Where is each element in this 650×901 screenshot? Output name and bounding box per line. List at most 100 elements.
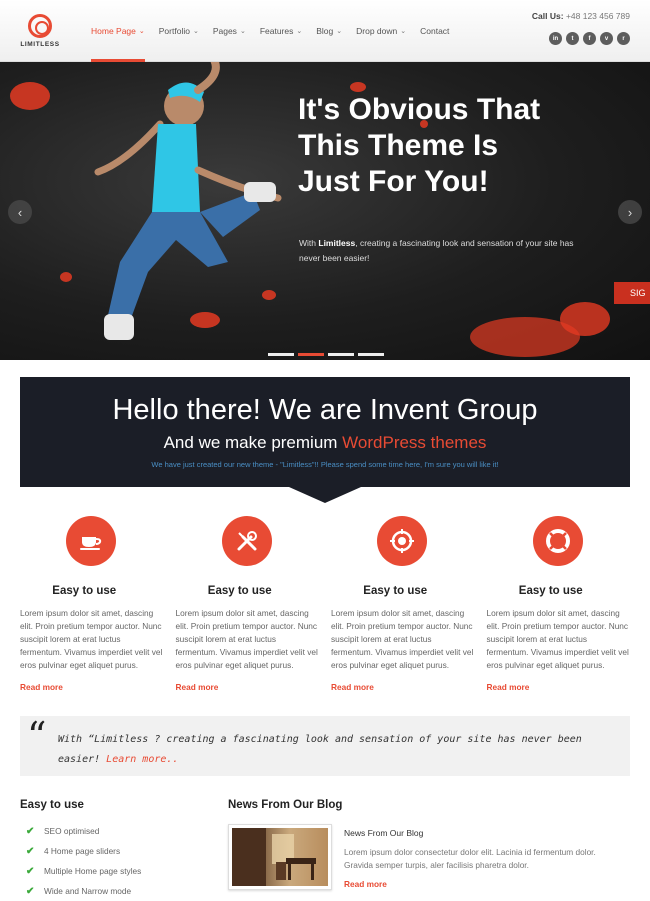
nav-label: Features xyxy=(259,26,294,36)
sign-in-tab[interactable]: SIG xyxy=(614,282,650,304)
call-us: Call Us: +48 123 456 789 xyxy=(532,11,630,21)
nav-item-home-page[interactable]: Home Page ⌄ xyxy=(84,0,152,62)
coffee-cup-icon xyxy=(66,516,116,566)
read-more-link[interactable]: Read more xyxy=(344,879,387,889)
slider-pagination xyxy=(268,353,384,356)
list-item-label: SEO optimised xyxy=(44,826,100,836)
lifebuoy-icon xyxy=(532,516,583,566)
nav-item-pages[interactable]: Pages ⌄ xyxy=(206,0,253,62)
slider-prev-button[interactable]: ‹ xyxy=(8,200,32,224)
feature-title: Easy to use xyxy=(207,585,272,597)
intro-banner: Hello there! We are Invent Group And we … xyxy=(20,377,630,487)
nav-label: Portfolio xyxy=(158,26,190,36)
nav-label: Pages xyxy=(212,26,237,36)
list-item: ✔ 4 Home page sliders xyxy=(26,841,141,861)
testimonial-quote: “ With “Limitless ? creating a fascinati… xyxy=(20,716,630,776)
nav-item-blog[interactable]: Blog ⌄ xyxy=(309,0,349,62)
hero-description: With Limitless, creating a fascinating l… xyxy=(299,236,589,266)
nav-label: Blog xyxy=(316,26,334,36)
target-icon xyxy=(377,516,427,566)
list-item: ✔ Multiple Home page styles xyxy=(26,861,141,881)
slider-dot[interactable] xyxy=(268,353,294,356)
hero-heading: It's Obvious That This Theme Is Just For… xyxy=(298,92,618,200)
feature-card: Easy to use Lorem ipsum dolor sit amet, … xyxy=(331,516,487,695)
blog-section-title: News From Our Blog xyxy=(228,799,343,811)
blog-thumbnail[interactable] xyxy=(228,824,332,890)
intro-sub-prefix: And we make premium xyxy=(163,433,343,452)
check-icon: ✔ xyxy=(26,845,35,857)
social-links: in t f v r xyxy=(549,32,630,45)
hero-text-brand: Limitless xyxy=(318,238,356,248)
rss-icon[interactable]: r xyxy=(617,32,630,45)
slider-dot-active[interactable] xyxy=(298,353,324,356)
read-more-link[interactable]: Read more xyxy=(176,682,219,692)
slider-next-button[interactable]: › xyxy=(618,200,642,224)
feature-card: Easy to use Lorem ipsum dolor sit amet, … xyxy=(487,516,643,695)
feature-text: Lorem ipsum dolor sit amet, dascing elit… xyxy=(20,608,163,670)
chevron-down-icon: ⌄ xyxy=(296,28,303,35)
hero-heading-line: It's Obvious That xyxy=(298,93,541,126)
vimeo-icon[interactable]: v xyxy=(600,32,613,45)
hero-heading-line: Just For You! xyxy=(298,165,489,198)
checklist-title: Easy to use xyxy=(20,799,84,811)
chevron-down-icon: ⌄ xyxy=(239,28,246,35)
learn-more-link[interactable]: Learn more.. xyxy=(106,754,178,765)
intro-note: We have just created our new theme - "Li… xyxy=(151,460,499,469)
twitter-icon[interactable]: t xyxy=(566,32,579,45)
nav-item-portfolio[interactable]: Portfolio ⌄ xyxy=(152,0,206,62)
call-number: +48 123 456 789 xyxy=(565,11,630,21)
linkedin-icon[interactable]: in xyxy=(549,32,562,45)
site-logo[interactable]: LIMITLESS xyxy=(18,14,62,48)
hero-slider: It's Obvious That This Theme Is Just For… xyxy=(0,62,650,360)
read-more-link[interactable]: Read more xyxy=(331,682,374,692)
read-more-link[interactable]: Read more xyxy=(487,682,530,692)
quote-icon: “ xyxy=(27,714,47,758)
tools-icon xyxy=(221,516,272,566)
feature-text: Lorem ipsum dolor sit amet, dascing elit… xyxy=(486,608,629,670)
hero-heading-line: This Theme Is xyxy=(298,129,499,162)
main-nav: Home Page ⌄ Portfolio ⌄ Pages ⌄ Features ⌄ B… xyxy=(84,0,456,62)
logo-text: LIMITLESS xyxy=(20,41,60,48)
hero-dancer-image xyxy=(94,62,282,340)
feature-card: Easy to use Lorem ipsum dolor sit amet, … xyxy=(176,516,332,695)
nav-label: Contact xyxy=(420,26,450,36)
call-label: Call Us: xyxy=(531,11,564,21)
slider-dot[interactable] xyxy=(328,353,354,356)
blog-post-title[interactable]: News From Our Blog xyxy=(344,828,423,838)
read-more-link[interactable]: Read more xyxy=(20,682,63,692)
nav-label: Drop down xyxy=(356,26,398,36)
feature-card: Easy to use Lorem ipsum dolor sit amet, … xyxy=(20,516,176,695)
slider-dot[interactable] xyxy=(358,353,384,356)
chevron-down-icon: ⌄ xyxy=(336,28,343,35)
feature-title: Easy to use xyxy=(518,585,583,597)
site-header: LIMITLESS Home Page ⌄ Portfolio ⌄ Pages ⌄ F… xyxy=(0,0,650,62)
intro-title: Hello there! We are Invent Group xyxy=(112,394,538,426)
feature-title: Easy to use xyxy=(52,585,117,597)
feature-text: Lorem ipsum dolor sit amet, dascing elit… xyxy=(175,608,318,670)
nav-item-features[interactable]: Features ⌄ xyxy=(253,0,309,62)
list-item-label: 4 Home page sliders xyxy=(44,846,121,856)
check-icon: ✔ xyxy=(26,865,35,877)
facebook-icon[interactable]: f xyxy=(583,32,596,45)
list-item-label: Multiple Home page styles xyxy=(44,866,142,876)
feature-checklist: ✔ SEO optimised ✔ 4 Home page sliders ✔ Mul… xyxy=(26,821,141,901)
chevron-down-icon: ⌄ xyxy=(192,28,199,35)
nav-item-contact[interactable]: Contact xyxy=(413,0,456,62)
feature-title: Easy to use xyxy=(363,585,428,597)
list-item-label: Wide and Narrow mode xyxy=(44,886,132,896)
intro-subtitle: And we make premium WordPress themes xyxy=(20,433,630,453)
intro-sub-accent: WordPress themes xyxy=(342,433,487,452)
blog-post-excerpt: Lorem ipsum dolor consectetur dolor elit… xyxy=(344,847,596,870)
nav-item-drop-down[interactable]: Drop down ⌄ xyxy=(349,0,413,62)
hero-text-prefix: With xyxy=(299,238,319,248)
check-icon: ✔ xyxy=(26,885,35,897)
feature-text: Lorem ipsum dolor sit amet, dascing elit… xyxy=(331,608,474,670)
logo-icon xyxy=(28,14,52,38)
intro-pointer xyxy=(289,487,361,503)
quote-text: With “Limitless ? creating a fascinating… xyxy=(58,730,618,770)
list-item: ✔ SEO optimised xyxy=(26,821,141,841)
list-item: ✔ Wide and Narrow mode xyxy=(26,881,141,901)
features-row: Easy to use Lorem ipsum dolor sit amet, … xyxy=(20,516,642,695)
chevron-down-icon: ⌄ xyxy=(138,28,145,35)
check-icon: ✔ xyxy=(26,825,35,837)
